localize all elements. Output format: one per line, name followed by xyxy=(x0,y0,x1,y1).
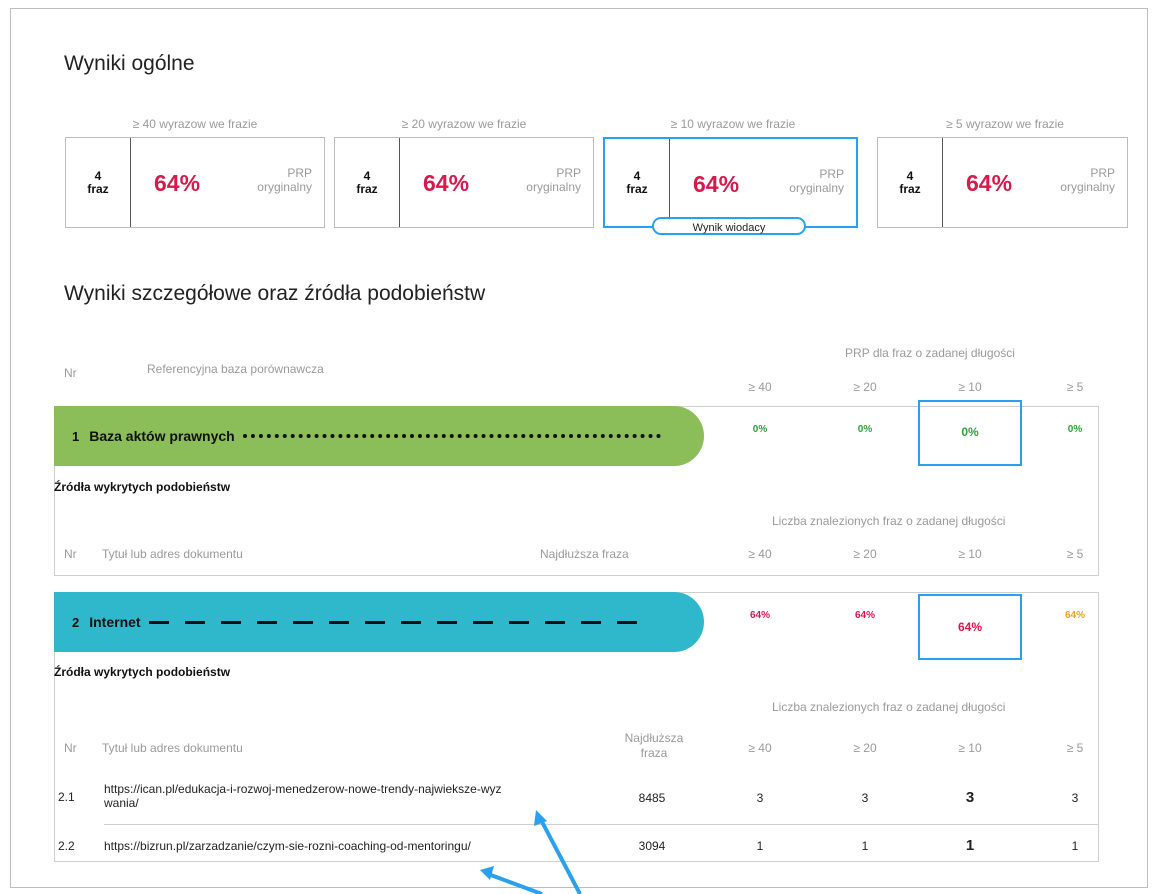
src1-col-5: ≥ 5 xyxy=(1066,547,1084,561)
section-title-detail: Wyniki szczegółowe oraz źródła podobieńs… xyxy=(64,282,486,305)
sources-label-1: Źródła wykrytych podobieństw xyxy=(54,480,231,494)
src-longest-header-2: Najdłuższa fraza xyxy=(624,731,684,760)
count-20: 3 xyxy=(861,791,869,805)
leading-result-badge: Wynik wiodacy xyxy=(652,217,806,235)
percent-value: 64% xyxy=(966,170,1013,196)
col-nr-header: Nr xyxy=(64,366,77,380)
col-40-header: ≥ 40 xyxy=(748,380,772,394)
prp-group-header: PRP dla fraz o zadanej długości xyxy=(845,346,1015,360)
phrase-count: 4 fraz xyxy=(335,138,400,227)
src-longest-header-1: Najdłuższa fraza xyxy=(540,547,629,561)
source-link[interactable]: https://bizrun.pl/zarzadzanie/czym-sie-r… xyxy=(104,839,471,853)
base-band-internet[interactable]: 2 Internet xyxy=(54,592,704,652)
dashed-leader xyxy=(148,620,639,624)
base2-val-10: 64% xyxy=(957,620,983,634)
prp-label: PRP oryginalny xyxy=(257,166,312,194)
prp-label: PRP oryginalny xyxy=(1060,166,1115,194)
result-card-10[interactable]: 4 fraz 64% PRP oryginalny Wynik wiodacy xyxy=(603,137,858,235)
base-number: 2 xyxy=(72,614,80,630)
col-base-header: Referencyjna baza porównawcza xyxy=(147,362,324,376)
count-40: 1 xyxy=(756,839,764,853)
base-number: 1 xyxy=(72,428,80,444)
dotted-leader xyxy=(242,434,661,438)
longest-phrase: 8485 xyxy=(638,791,666,805)
prp-label: PRP oryginalny xyxy=(526,166,581,194)
card-label-40: ≥ 40 wyrazow we frazie xyxy=(132,117,258,131)
src1-col-40: ≥ 40 xyxy=(748,547,772,561)
count-5: 3 xyxy=(1071,791,1079,805)
prp-label: PRP oryginalny xyxy=(789,167,844,195)
count-20: 1 xyxy=(861,839,869,853)
src-nr-header-1: Nr xyxy=(64,547,77,561)
src2-col-20: ≥ 20 xyxy=(853,741,877,755)
source-nr: 2.1 xyxy=(58,790,75,804)
base2-val-5: 64% xyxy=(1064,610,1085,621)
phrase-count: 4 fraz xyxy=(605,139,670,226)
base-name: Baza aktów prawnych xyxy=(89,428,235,444)
sources-label-2: Źródła wykrytych podobieństw xyxy=(54,665,231,679)
base1-val-10: 0% xyxy=(961,425,979,439)
percent-value: 64% xyxy=(693,171,740,197)
src-title-header-2: Tytuł lub adres dokumentu xyxy=(102,741,243,755)
src2-col-10: ≥ 10 xyxy=(958,741,982,755)
card-label-5: ≥ 5 wyrazow we frazie xyxy=(946,117,1064,131)
src1-col-10: ≥ 10 xyxy=(958,547,982,561)
result-card-5[interactable]: 4 fraz 64% PRP oryginalny xyxy=(877,137,1128,228)
count-40: 3 xyxy=(756,791,764,805)
phrase-count: 4 fraz xyxy=(878,138,943,227)
base1-val-40: 0% xyxy=(752,424,768,435)
col-20-header: ≥ 20 xyxy=(853,380,877,394)
src2-col-5: ≥ 5 xyxy=(1066,741,1084,755)
count-5: 1 xyxy=(1071,839,1079,853)
base-name: Internet xyxy=(89,614,141,630)
phrase-count: 4 fraz xyxy=(66,138,131,227)
result-card-40[interactable]: 4 fraz 64% PRP oryginalny xyxy=(65,137,325,228)
source-link[interactable]: https://ican.pl/edukacja-i-rozwoj-menedz… xyxy=(104,782,604,810)
count-10: 1 xyxy=(965,837,975,854)
section-title-general: Wyniki ogólne xyxy=(64,52,195,75)
col-5-header: ≥ 5 xyxy=(1066,380,1084,394)
base2-val-40: 64% xyxy=(749,610,770,621)
card-label-20: ≥ 20 wyrazow we frazie xyxy=(401,117,527,131)
src1-col-20: ≥ 20 xyxy=(853,547,877,561)
base-band-legal-acts[interactable]: 1 Baza aktów prawnych xyxy=(54,406,704,466)
col-10-header: ≥ 10 xyxy=(958,380,982,394)
base1-val-5: 0% xyxy=(1067,424,1083,435)
base2-val-20: 64% xyxy=(854,610,875,621)
longest-phrase: 3094 xyxy=(638,839,666,853)
src-nr-header-2: Nr xyxy=(64,741,77,755)
count-group-header-1: Liczba znalezionych fraz o zadanej długo… xyxy=(772,514,1006,528)
base1-val-20: 0% xyxy=(857,424,873,435)
percent-value: 64% xyxy=(154,170,201,196)
source-nr: 2.2 xyxy=(58,839,75,853)
annotation-arrows-icon xyxy=(480,810,582,894)
src-title-header-1: Tytuł lub adres dokumentu xyxy=(102,547,243,561)
result-card-20[interactable]: 4 fraz 64% PRP oryginalny xyxy=(334,137,594,228)
card-label-10: ≥ 10 wyrazow we frazie xyxy=(670,117,796,131)
count-group-header-2: Liczba znalezionych fraz o zadanej długo… xyxy=(772,700,1006,714)
src2-col-40: ≥ 40 xyxy=(748,741,772,755)
percent-value: 64% xyxy=(423,170,470,196)
count-10: 3 xyxy=(965,789,975,806)
